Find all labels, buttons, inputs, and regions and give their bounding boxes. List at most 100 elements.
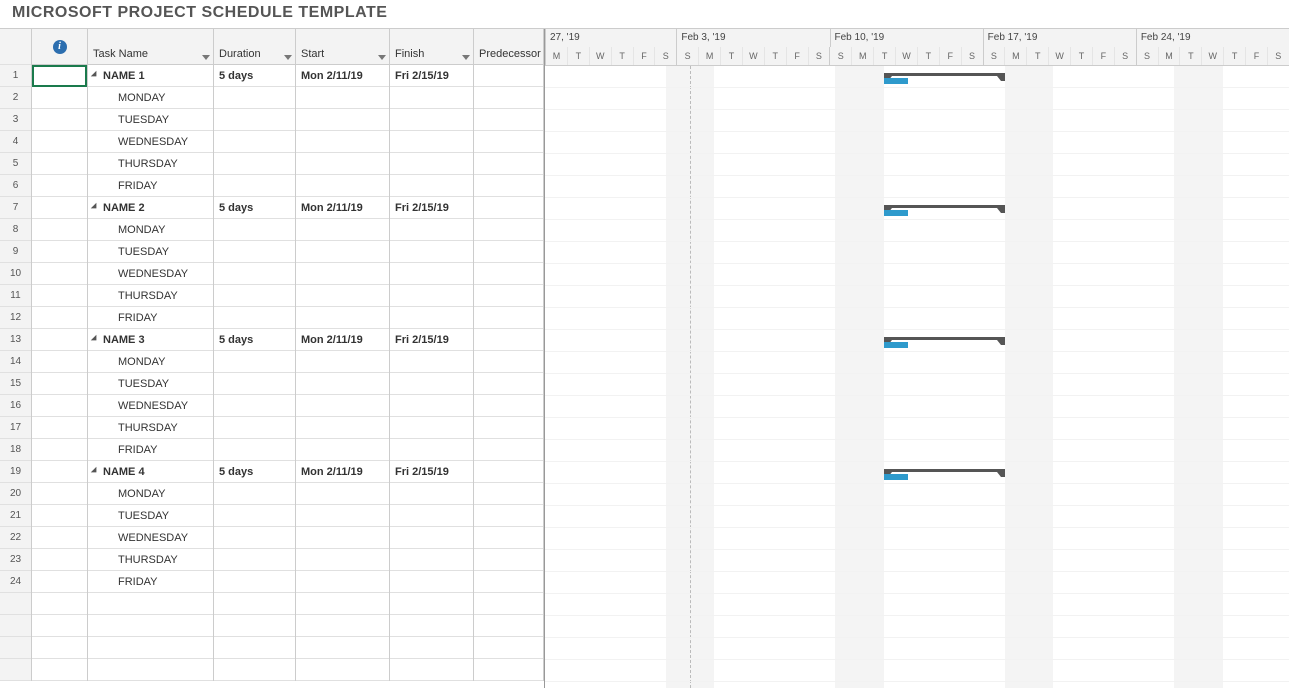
task-cell[interactable]: NAME 4 bbox=[88, 461, 213, 483]
predecessor-cell[interactable] bbox=[474, 351, 543, 373]
row-number[interactable]: 9 bbox=[0, 241, 31, 263]
column-header-start[interactable]: Start bbox=[296, 29, 389, 65]
gantt-row[interactable] bbox=[545, 462, 1289, 484]
predecessor-cell[interactable] bbox=[474, 461, 543, 483]
indicator-cell[interactable] bbox=[32, 307, 87, 329]
duration-cell[interactable] bbox=[214, 87, 295, 109]
gantt-row[interactable] bbox=[545, 550, 1289, 572]
predecessor-cell[interactable] bbox=[474, 571, 543, 593]
start-cell[interactable] bbox=[296, 219, 389, 241]
start-cell[interactable] bbox=[296, 417, 389, 439]
task-cell[interactable]: TUESDAY bbox=[88, 109, 213, 131]
gantt-row[interactable] bbox=[545, 352, 1289, 374]
indicator-cell[interactable] bbox=[32, 549, 87, 571]
start-cell[interactable] bbox=[296, 659, 389, 681]
row-number[interactable]: 7 bbox=[0, 197, 31, 219]
finish-cell[interactable] bbox=[390, 87, 473, 109]
gantt-row[interactable] bbox=[545, 440, 1289, 462]
indicator-cell[interactable] bbox=[32, 263, 87, 285]
duration-cell[interactable] bbox=[214, 439, 295, 461]
duration-cell[interactable] bbox=[214, 263, 295, 285]
gantt-row[interactable] bbox=[545, 638, 1289, 660]
gantt-row[interactable] bbox=[545, 572, 1289, 594]
task-cell[interactable]: TUESDAY bbox=[88, 241, 213, 263]
collapse-icon[interactable] bbox=[91, 71, 99, 79]
task-cell[interactable]: WEDNESDAY bbox=[88, 527, 213, 549]
chevron-down-icon[interactable] bbox=[378, 55, 386, 60]
task-cell[interactable]: THURSDAY bbox=[88, 285, 213, 307]
indicator-cell[interactable] bbox=[32, 285, 87, 307]
duration-cell[interactable] bbox=[214, 659, 295, 681]
start-cell[interactable] bbox=[296, 527, 389, 549]
finish-cell[interactable] bbox=[390, 571, 473, 593]
duration-cell[interactable] bbox=[214, 153, 295, 175]
finish-cell[interactable] bbox=[390, 527, 473, 549]
predecessor-cell[interactable] bbox=[474, 131, 543, 153]
task-cell[interactable]: THURSDAY bbox=[88, 417, 213, 439]
duration-cell[interactable] bbox=[214, 637, 295, 659]
duration-cell[interactable] bbox=[214, 549, 295, 571]
progress-bar[interactable] bbox=[884, 78, 908, 84]
row-number[interactable]: 21 bbox=[0, 505, 31, 527]
predecessor-cell[interactable] bbox=[474, 549, 543, 571]
finish-cell[interactable] bbox=[390, 241, 473, 263]
finish-cell[interactable] bbox=[390, 153, 473, 175]
row-number[interactable]: 4 bbox=[0, 131, 31, 153]
gantt-row[interactable] bbox=[545, 616, 1289, 638]
column-header-task[interactable]: Task Name bbox=[88, 29, 213, 65]
gantt-row[interactable] bbox=[545, 660, 1289, 682]
finish-cell[interactable] bbox=[390, 373, 473, 395]
duration-cell[interactable] bbox=[214, 505, 295, 527]
finish-cell[interactable] bbox=[390, 351, 473, 373]
predecessor-cell[interactable] bbox=[474, 417, 543, 439]
progress-bar[interactable] bbox=[884, 210, 908, 216]
finish-cell[interactable]: Fri 2/15/19 bbox=[390, 197, 473, 219]
finish-cell[interactable] bbox=[390, 593, 473, 615]
row-number[interactable]: 24 bbox=[0, 571, 31, 593]
indicator-cell[interactable] bbox=[32, 131, 87, 153]
indicator-cell[interactable] bbox=[32, 439, 87, 461]
duration-cell[interactable] bbox=[214, 307, 295, 329]
finish-cell[interactable]: Fri 2/15/19 bbox=[390, 329, 473, 351]
start-cell[interactable] bbox=[296, 307, 389, 329]
gantt-chart-body[interactable] bbox=[545, 66, 1289, 688]
indicator-cell[interactable] bbox=[32, 153, 87, 175]
start-cell[interactable]: Mon 2/11/19 bbox=[296, 329, 389, 351]
row-number[interactable]: 11 bbox=[0, 285, 31, 307]
task-cell[interactable]: FRIDAY bbox=[88, 439, 213, 461]
column-header-finish[interactable]: Finish bbox=[390, 29, 473, 65]
indicator-cell[interactable] bbox=[32, 329, 87, 351]
predecessor-cell[interactable] bbox=[474, 615, 543, 637]
duration-cell[interactable] bbox=[214, 373, 295, 395]
row-number[interactable]: 18 bbox=[0, 439, 31, 461]
finish-cell[interactable] bbox=[390, 483, 473, 505]
start-cell[interactable] bbox=[296, 351, 389, 373]
finish-cell[interactable] bbox=[390, 131, 473, 153]
gantt-row[interactable] bbox=[545, 484, 1289, 506]
indicator-cell[interactable] bbox=[32, 109, 87, 131]
gantt-row[interactable] bbox=[545, 220, 1289, 242]
gantt-row[interactable] bbox=[545, 88, 1289, 110]
predecessor-cell[interactable] bbox=[474, 527, 543, 549]
task-cell[interactable]: MONDAY bbox=[88, 351, 213, 373]
finish-cell[interactable] bbox=[390, 395, 473, 417]
duration-cell[interactable]: 5 days bbox=[214, 65, 295, 87]
task-cell[interactable]: FRIDAY bbox=[88, 571, 213, 593]
finish-cell[interactable] bbox=[390, 263, 473, 285]
duration-cell[interactable] bbox=[214, 395, 295, 417]
duration-cell[interactable]: 5 days bbox=[214, 197, 295, 219]
indicator-cell[interactable] bbox=[32, 351, 87, 373]
start-cell[interactable]: Mon 2/11/19 bbox=[296, 197, 389, 219]
row-number[interactable] bbox=[0, 659, 31, 681]
finish-cell[interactable] bbox=[390, 659, 473, 681]
row-number[interactable]: 1 bbox=[0, 65, 31, 87]
task-cell[interactable]: WEDNESDAY bbox=[88, 131, 213, 153]
start-cell[interactable] bbox=[296, 505, 389, 527]
row-number[interactable]: 15 bbox=[0, 373, 31, 395]
duration-cell[interactable]: 5 days bbox=[214, 329, 295, 351]
progress-bar[interactable] bbox=[884, 474, 908, 480]
gantt-row[interactable] bbox=[545, 154, 1289, 176]
start-cell[interactable] bbox=[296, 175, 389, 197]
gantt-row[interactable] bbox=[545, 374, 1289, 396]
row-number[interactable]: 5 bbox=[0, 153, 31, 175]
